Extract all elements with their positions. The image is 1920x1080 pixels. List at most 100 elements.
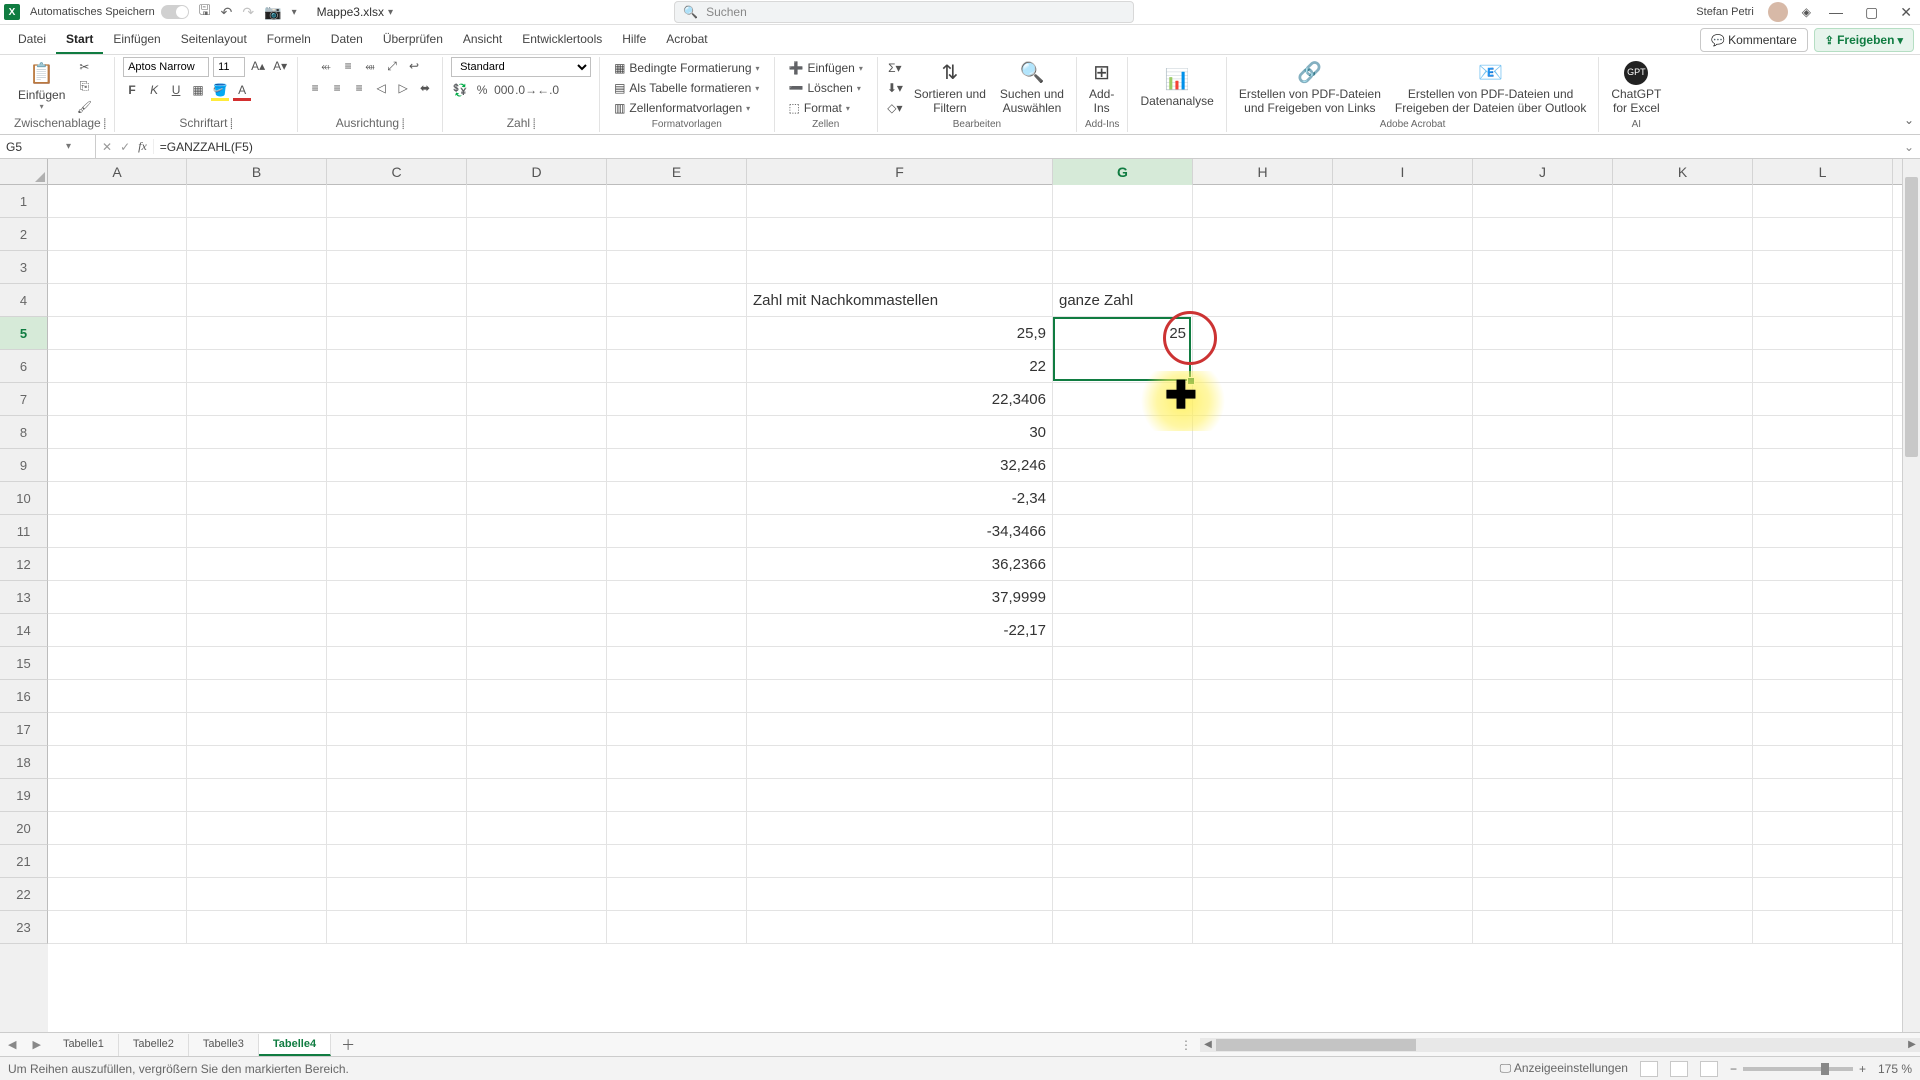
- cell-I10[interactable]: [1333, 482, 1473, 515]
- underline-icon[interactable]: U: [167, 81, 185, 99]
- cell-F7[interactable]: 22,3406: [747, 383, 1053, 416]
- cell-K18[interactable]: [1613, 746, 1753, 779]
- cell-K12[interactable]: [1613, 548, 1753, 581]
- cell-I23[interactable]: [1333, 911, 1473, 944]
- cell-J12[interactable]: [1473, 548, 1613, 581]
- cell-E14[interactable]: [607, 614, 747, 647]
- cell-B12[interactable]: [187, 548, 327, 581]
- cell-B17[interactable]: [187, 713, 327, 746]
- cell-K10[interactable]: [1613, 482, 1753, 515]
- cell-B3[interactable]: [187, 251, 327, 284]
- cell-I7[interactable]: [1333, 383, 1473, 416]
- display-settings-button[interactable]: 🖵 Anzeigeeinstellungen: [1500, 1061, 1628, 1076]
- cell-F3[interactable]: [747, 251, 1053, 284]
- cell-I14[interactable]: [1333, 614, 1473, 647]
- sheet-tab-tabelle1[interactable]: Tabelle1: [49, 1034, 119, 1056]
- cell-F10[interactable]: -2,34: [747, 482, 1053, 515]
- cell-B2[interactable]: [187, 218, 327, 251]
- cell-A16[interactable]: [48, 680, 187, 713]
- row-header-10[interactable]: 10: [0, 482, 48, 515]
- cell-L9[interactable]: [1753, 449, 1893, 482]
- cell-B4[interactable]: [187, 284, 327, 317]
- cell-H23[interactable]: [1193, 911, 1333, 944]
- cell-styles-button[interactable]: ▥Zellenformatvorlagen▾: [608, 99, 765, 117]
- cell-B19[interactable]: [187, 779, 327, 812]
- cell-F15[interactable]: [747, 647, 1053, 680]
- sheet-nav-prev-icon[interactable]: ◀: [0, 1038, 24, 1051]
- cell-E22[interactable]: [607, 878, 747, 911]
- user-name[interactable]: Stefan Petri: [1696, 6, 1753, 18]
- cell-C13[interactable]: [327, 581, 467, 614]
- cell-L17[interactable]: [1753, 713, 1893, 746]
- addins-button[interactable]: ⊞Add- Ins: [1085, 59, 1118, 118]
- cell-K22[interactable]: [1613, 878, 1753, 911]
- row-header-7[interactable]: 7: [0, 383, 48, 416]
- accept-formula-icon[interactable]: ✓: [120, 140, 130, 154]
- cell-H18[interactable]: [1193, 746, 1333, 779]
- cell-L3[interactable]: [1753, 251, 1893, 284]
- cell-F1[interactable]: [747, 185, 1053, 218]
- cell-L12[interactable]: [1753, 548, 1893, 581]
- cell-A8[interactable]: [48, 416, 187, 449]
- cell-A22[interactable]: [48, 878, 187, 911]
- cell-L23[interactable]: [1753, 911, 1893, 944]
- cell-D9[interactable]: [467, 449, 607, 482]
- cell-I19[interactable]: [1333, 779, 1473, 812]
- row-header-15[interactable]: 15: [0, 647, 48, 680]
- cell-I22[interactable]: [1333, 878, 1473, 911]
- cell-G23[interactable]: [1053, 911, 1193, 944]
- cell-B13[interactable]: [187, 581, 327, 614]
- spreadsheet-grid[interactable]: ABCDEFGHIJKL 123456789101112131415161718…: [0, 159, 1920, 1032]
- normal-view-button[interactable]: [1640, 1061, 1658, 1077]
- decrease-indent-icon[interactable]: ◁: [372, 79, 390, 97]
- row-header-13[interactable]: 13: [0, 581, 48, 614]
- cell-G5[interactable]: 25: [1053, 317, 1193, 350]
- cell-D20[interactable]: [467, 812, 607, 845]
- cell-F16[interactable]: [747, 680, 1053, 713]
- cell-B5[interactable]: [187, 317, 327, 350]
- cell-L22[interactable]: [1753, 878, 1893, 911]
- cell-J15[interactable]: [1473, 647, 1613, 680]
- bold-icon[interactable]: F: [123, 81, 141, 99]
- cell-J18[interactable]: [1473, 746, 1613, 779]
- menu-tab-start[interactable]: Start: [56, 26, 103, 54]
- cell-D16[interactable]: [467, 680, 607, 713]
- undo-icon[interactable]: ↶: [221, 4, 233, 21]
- cell-D21[interactable]: [467, 845, 607, 878]
- column-header-J[interactable]: J: [1473, 159, 1613, 185]
- cell-E19[interactable]: [607, 779, 747, 812]
- formula-input[interactable]: [154, 140, 1898, 154]
- cell-C23[interactable]: [327, 911, 467, 944]
- menu-tab-einfügen[interactable]: Einfügen: [103, 26, 170, 54]
- cell-K13[interactable]: [1613, 581, 1753, 614]
- format-painter-icon[interactable]: 🖌: [75, 98, 93, 116]
- cell-A15[interactable]: [48, 647, 187, 680]
- cell-L11[interactable]: [1753, 515, 1893, 548]
- cell-L13[interactable]: [1753, 581, 1893, 614]
- cell-A9[interactable]: [48, 449, 187, 482]
- autosum-icon[interactable]: Σ▾: [886, 59, 904, 77]
- cell-L10[interactable]: [1753, 482, 1893, 515]
- increase-indent-icon[interactable]: ▷: [394, 79, 412, 97]
- cell-F2[interactable]: [747, 218, 1053, 251]
- cell-A23[interactable]: [48, 911, 187, 944]
- pdf-links-button[interactable]: 🔗Erstellen von PDF-Dateien und Freigeben…: [1235, 59, 1385, 118]
- cell-I11[interactable]: [1333, 515, 1473, 548]
- row-header-6[interactable]: 6: [0, 350, 48, 383]
- cell-L6[interactable]: [1753, 350, 1893, 383]
- cell-H16[interactable]: [1193, 680, 1333, 713]
- cell-L19[interactable]: [1753, 779, 1893, 812]
- filename-chevron-icon[interactable]: ▾: [388, 7, 393, 18]
- menu-tab-datei[interactable]: Datei: [8, 26, 56, 54]
- cell-G22[interactable]: [1053, 878, 1193, 911]
- clear-icon[interactable]: ◇▾: [886, 99, 904, 117]
- cell-D3[interactable]: [467, 251, 607, 284]
- cell-A2[interactable]: [48, 218, 187, 251]
- cell-I15[interactable]: [1333, 647, 1473, 680]
- cell-C8[interactable]: [327, 416, 467, 449]
- cell-D6[interactable]: [467, 350, 607, 383]
- cell-K21[interactable]: [1613, 845, 1753, 878]
- cell-E23[interactable]: [607, 911, 747, 944]
- cell-E12[interactable]: [607, 548, 747, 581]
- cell-A11[interactable]: [48, 515, 187, 548]
